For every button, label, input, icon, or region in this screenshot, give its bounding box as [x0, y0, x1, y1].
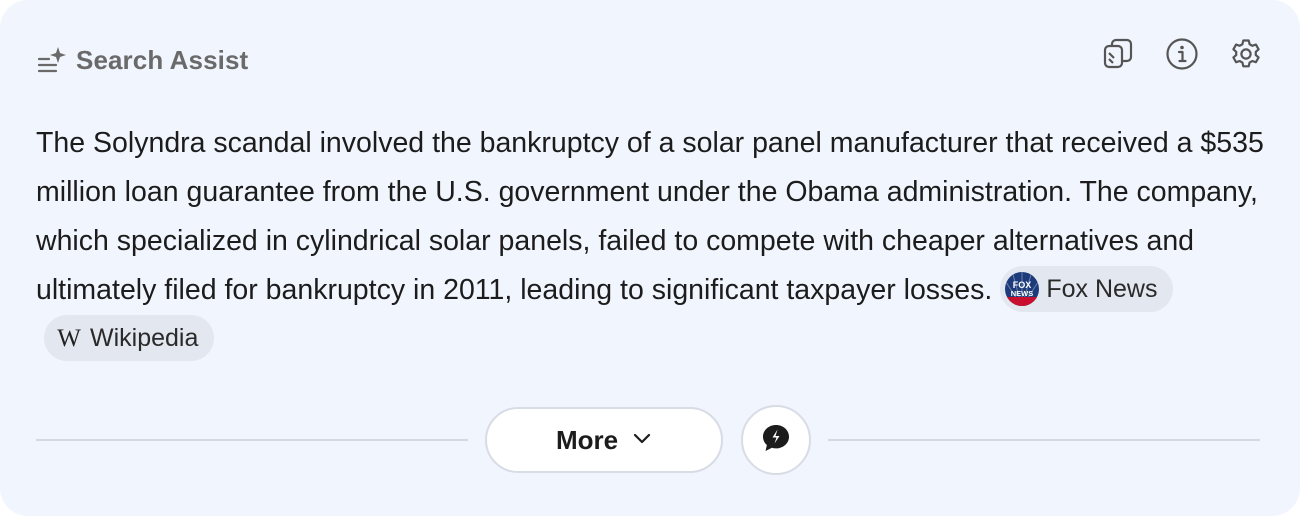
- search-assist-title: Search Assist: [76, 44, 249, 75]
- divider-right: [828, 439, 1260, 441]
- more-button[interactable]: More: [485, 407, 723, 473]
- sparkle-list-icon: [36, 44, 68, 76]
- svg-text:NEWS: NEWS: [1011, 289, 1034, 298]
- header-actions: [1100, 36, 1264, 76]
- divider-left: [36, 439, 468, 441]
- copy-button[interactable]: [1100, 36, 1136, 76]
- settings-button[interactable]: [1228, 36, 1264, 76]
- search-assist-card: Search Assist The Solyndra scandal invol…: [0, 0, 1300, 516]
- info-button[interactable]: [1164, 36, 1200, 76]
- info-icon: [1165, 37, 1199, 76]
- source-chip-wikipedia[interactable]: W Wikipedia: [44, 315, 215, 362]
- source-label-fox-news: Fox News: [1046, 274, 1158, 303]
- wikipedia-icon: W: [57, 324, 81, 352]
- fox-news-logo: FOX NEWS: [1004, 271, 1040, 307]
- source-label-wikipedia: Wikipedia: [90, 323, 199, 352]
- chat-button[interactable]: [741, 405, 811, 475]
- chat-bubble-icon: [760, 422, 792, 459]
- chevron-down-icon: [632, 428, 652, 453]
- search-assist-header: Search Assist: [36, 38, 248, 82]
- copy-icon: [1101, 37, 1135, 76]
- source-chip-fox-news[interactable]: FOX NEWS Fox News: [1000, 266, 1174, 313]
- answer-body: The Solyndra scandal involved the bankru…: [36, 119, 1266, 364]
- gear-icon: [1229, 37, 1263, 76]
- more-button-label: More: [555, 424, 619, 455]
